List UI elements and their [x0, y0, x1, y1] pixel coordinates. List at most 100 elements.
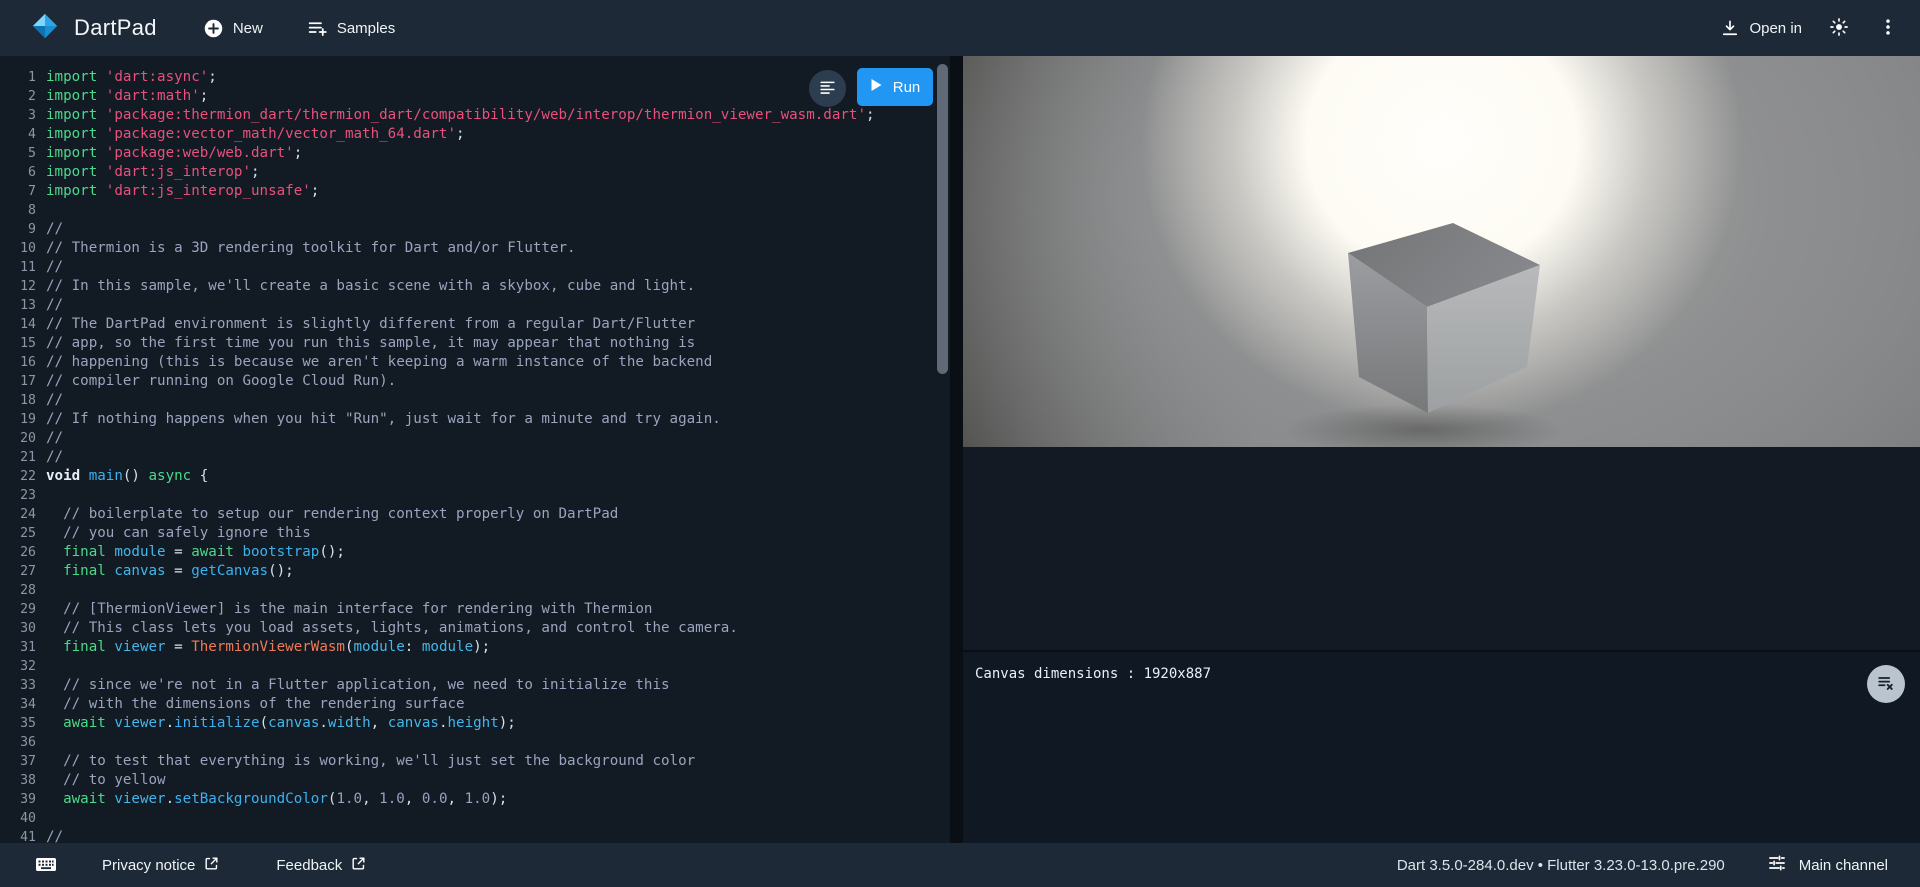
keyboard-icon	[34, 852, 58, 879]
line-number: 37	[0, 752, 46, 771]
code-token: // The DartPad environment is slightly d…	[46, 316, 695, 332]
line-number: 20	[0, 429, 46, 448]
format-button[interactable]	[809, 70, 846, 107]
privacy-notice-link[interactable]: Privacy notice	[100, 851, 222, 880]
code-token: );	[499, 715, 516, 731]
code-text: // to yellow	[46, 771, 166, 790]
code-token: main	[89, 468, 123, 484]
line-number: 21	[0, 448, 46, 467]
code-line: 34 // with the dimensions of the renderi…	[0, 695, 950, 714]
code-text: // with the dimensions of the rendering …	[46, 695, 465, 714]
code-token: canvas	[114, 563, 165, 579]
code-token: module	[422, 639, 473, 655]
line-number: 34	[0, 695, 46, 714]
code-line: 39 await viewer.setBackgroundColor(1.0, …	[0, 790, 950, 809]
code-token: .	[439, 715, 448, 731]
code-line: 3import 'package:thermion_dart/thermion_…	[0, 106, 950, 125]
code-line: 2import 'dart:math';	[0, 87, 950, 106]
line-number: 41	[0, 828, 46, 843]
code-token: 1.0	[336, 791, 362, 807]
code-token: );	[473, 639, 490, 655]
editor-scrollbar[interactable]	[937, 64, 948, 374]
overflow-menu-button[interactable]	[1872, 11, 1904, 46]
code-line: 23	[0, 486, 950, 505]
code-line: 31 final viewer = ThermionViewerWasm(mod…	[0, 638, 950, 657]
console-output: Canvas dimensions : 1920x887	[975, 664, 1211, 684]
channel-label: Main channel	[1799, 857, 1888, 874]
code-token: 'package:web/web.dart'	[106, 145, 294, 161]
code-line: 22void main() async {	[0, 467, 950, 486]
code-token: (	[260, 715, 269, 731]
code-token: // to test that everything is working, w…	[46, 753, 695, 769]
plus-circle-icon	[203, 18, 224, 39]
code-token: import	[46, 107, 106, 123]
code-line: 19// If nothing happens when you hit "Ru…	[0, 410, 950, 429]
keyboard-shortcuts-button[interactable]	[34, 852, 58, 879]
code-line: 25 // you can safely ignore this	[0, 524, 950, 543]
code-token: .	[166, 715, 175, 731]
code-line: 4import 'package:vector_math/vector_math…	[0, 125, 950, 144]
line-number: 27	[0, 562, 46, 581]
code-text: import 'dart:async';	[46, 68, 217, 87]
code-token: // If nothing happens when you hit "Run"…	[46, 411, 721, 427]
code-token: ,	[405, 791, 422, 807]
brightness-toggle[interactable]	[1822, 10, 1856, 47]
code-token: :	[405, 639, 422, 655]
code-line: 12// In this sample, we'll create a basi…	[0, 277, 950, 296]
code-token: module	[354, 639, 405, 655]
code-token: initialize	[174, 715, 259, 731]
code-token: //	[46, 449, 63, 465]
line-number: 7	[0, 182, 46, 201]
code-token: =	[166, 563, 192, 579]
feedback-link[interactable]: Feedback	[274, 851, 369, 880]
open-in-button[interactable]: Open in	[1716, 12, 1806, 44]
code-token: (	[345, 639, 354, 655]
code-token: ;	[456, 126, 465, 142]
code-token: ;	[294, 145, 303, 161]
line-number: 33	[0, 676, 46, 695]
line-number: 1	[0, 68, 46, 87]
code-token: canvas	[388, 715, 439, 731]
code-line: 26 final module = await bootstrap();	[0, 543, 950, 562]
code-token: // to yellow	[46, 772, 166, 788]
code-token: ,	[362, 791, 379, 807]
code-editor[interactable]: 1import 'dart:async';2import 'dart:math'…	[0, 56, 950, 843]
code-token: import	[46, 145, 106, 161]
line-number: 31	[0, 638, 46, 657]
code-token: bootstrap	[242, 544, 319, 560]
code-token: viewer	[114, 639, 165, 655]
code-token: import	[46, 126, 106, 142]
new-button[interactable]: New	[199, 12, 267, 45]
code-token	[46, 563, 63, 579]
line-number: 40	[0, 809, 46, 828]
code-token: // [ThermionViewer] is the main interfac…	[46, 601, 652, 617]
code-line: 15// app, so the first time you run this…	[0, 334, 950, 353]
line-number: 35	[0, 714, 46, 733]
code-line: 6import 'dart:js_interop';	[0, 163, 950, 182]
code-text: // you can safely ignore this	[46, 524, 311, 543]
app-header: DartPad New Samples	[0, 0, 1920, 56]
line-number: 14	[0, 315, 46, 334]
code-token: final	[63, 544, 114, 560]
code-token: viewer	[114, 715, 165, 731]
code-token: final	[63, 639, 114, 655]
code-token: await	[191, 544, 242, 560]
samples-button[interactable]: Samples	[303, 12, 399, 45]
code-text: // compiler running on Google Cloud Run)…	[46, 372, 396, 391]
clear-list-icon	[1876, 673, 1896, 696]
line-number: 4	[0, 125, 46, 144]
clear-console-button[interactable]	[1867, 665, 1905, 703]
open-in-label: Open in	[1749, 20, 1802, 37]
webgl-canvas[interactable]	[963, 56, 1920, 447]
status-bar: Privacy notice Feedback Dart 3.5.0-284.0…	[0, 843, 1920, 887]
line-number: 29	[0, 600, 46, 619]
dartpad-app: DartPad New Samples	[0, 0, 1920, 887]
code-text: final module = await bootstrap();	[46, 543, 345, 562]
code-token: import	[46, 69, 106, 85]
code-lines: 1import 'dart:async';2import 'dart:math'…	[0, 56, 950, 843]
code-token: ;	[866, 107, 875, 123]
channel-selector[interactable]: Main channel	[1799, 857, 1888, 874]
run-button[interactable]: Run	[857, 68, 933, 106]
samples-button-label: Samples	[337, 20, 395, 37]
code-line: 13//	[0, 296, 950, 315]
